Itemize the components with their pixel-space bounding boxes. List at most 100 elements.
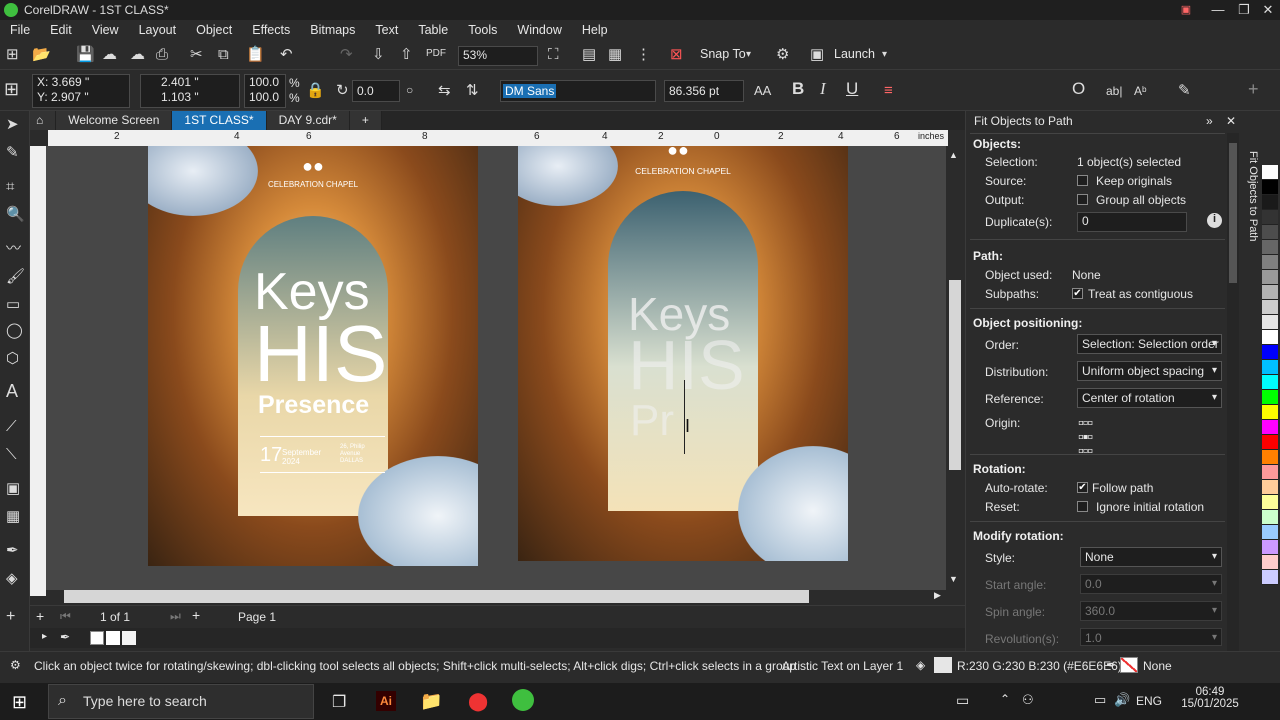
first-page-icon[interactable]: ⏮ xyxy=(60,609,71,624)
print-icon[interactable]: ⎙ xyxy=(156,47,168,63)
connector-tool-icon[interactable]: ⟋ xyxy=(6,419,17,435)
horizontal-ruler[interactable]: 2 4 6 8 6 4 2 0 2 4 6 inches xyxy=(48,130,948,146)
palette-color-swatch[interactable] xyxy=(1262,240,1278,255)
vertical-ruler[interactable] xyxy=(30,146,46,596)
undo-icon[interactable]: ↶ xyxy=(280,47,293,63)
new-document-icon[interactable]: ⊞ xyxy=(6,47,19,63)
transparency-tool-icon[interactable]: ▦ xyxy=(6,509,20,525)
menu-table[interactable]: Table xyxy=(408,23,458,37)
underline-icon[interactable]: U xyxy=(846,80,858,97)
palette-color-swatch[interactable] xyxy=(1262,360,1278,375)
duplicates-input[interactable]: 0 xyxy=(1077,212,1187,232)
rotation-angle-field[interactable]: 0.0 xyxy=(352,80,400,102)
text-align-icon[interactable]: ≡ xyxy=(884,83,893,99)
notification-icon[interactable]: ▣ xyxy=(1172,0,1200,20)
eyedropper-icon[interactable]: ✒ xyxy=(60,630,70,644)
menu-bitmaps[interactable]: Bitmaps xyxy=(300,23,365,37)
scroll-down-icon[interactable]: ▼ xyxy=(949,574,958,584)
drawing-canvas[interactable]: ●● CELEBRATION CHAPEL Keys HIS Presence … xyxy=(46,146,946,590)
show-rulers-icon[interactable]: ▤ xyxy=(582,47,596,63)
palette-color-swatch[interactable] xyxy=(1262,420,1278,435)
palette-color-swatch[interactable] xyxy=(1262,570,1278,585)
snap-to-button[interactable]: Snap To xyxy=(700,47,746,61)
import-icon[interactable]: ⇩ xyxy=(372,47,385,63)
menu-effects[interactable]: Effects xyxy=(242,23,300,37)
add-page-end-icon[interactable]: + xyxy=(192,607,200,623)
menu-tools[interactable]: Tools xyxy=(458,23,507,37)
style-dropdown[interactable]: None xyxy=(1080,547,1222,567)
windows-start-icon[interactable]: ⊞ xyxy=(12,692,27,713)
quick-customize-icon[interactable]: ✎ xyxy=(1178,83,1191,99)
file-explorer-icon[interactable]: 📁 xyxy=(420,691,442,712)
poster-title-his[interactable]: HIS xyxy=(254,314,387,394)
horizontal-scrollbar[interactable]: ▶ xyxy=(46,590,946,604)
menu-layout[interactable]: Layout xyxy=(129,23,187,37)
shadow-tool-icon[interactable]: ▣ xyxy=(6,481,20,497)
zoom-level-combo[interactable]: 53% xyxy=(458,46,538,66)
palette-color-swatch[interactable] xyxy=(1262,435,1278,450)
scroll-up-icon[interactable]: ▲ xyxy=(949,150,958,160)
color-swatch[interactable] xyxy=(122,631,136,645)
palette-color-swatch[interactable] xyxy=(1262,555,1278,570)
eyedropper-tool-icon[interactable]: ✒ xyxy=(6,543,19,559)
home-tab[interactable]: ⌂ xyxy=(30,111,57,130)
save-icon[interactable]: 💾 xyxy=(76,47,95,63)
text-properties-icon[interactable]: ab| xyxy=(1106,83,1122,99)
tab-day-9[interactable]: DAY 9.cdr* xyxy=(266,111,350,130)
scale-x-field[interactable]: 100.0 xyxy=(249,75,285,90)
snap-off-icon[interactable]: ⊠ xyxy=(670,47,683,63)
show-guidelines-icon[interactable]: ⋮ xyxy=(636,47,651,63)
color-swatch[interactable] xyxy=(106,631,120,645)
palette-color-swatch[interactable] xyxy=(1262,255,1278,270)
menu-view[interactable]: View xyxy=(82,23,129,37)
tab-1st-class[interactable]: 1ST CLASS* xyxy=(172,111,267,130)
x-position-field[interactable]: X: 3.669 " xyxy=(37,75,129,90)
group-all-objects-checkbox[interactable] xyxy=(1077,194,1088,205)
freehand-tool-icon[interactable]: 〰 xyxy=(6,241,21,257)
palette-color-swatch[interactable] xyxy=(1262,375,1278,390)
y-position-field[interactable]: Y: 2.907 " xyxy=(37,90,129,105)
show-grid-icon[interactable]: ▦ xyxy=(608,47,622,63)
info-icon[interactable]: i xyxy=(1207,213,1222,228)
export-icon[interactable]: ⇧ xyxy=(400,47,413,63)
add-page-icon[interactable]: + xyxy=(36,608,44,624)
font-name[interactable]: DM Sans xyxy=(503,84,557,98)
rectangle-tool-icon[interactable]: ▭ xyxy=(6,297,20,313)
last-page-icon[interactable]: ⏭ xyxy=(170,609,181,624)
font-list-box[interactable]: DM Sans xyxy=(500,80,656,102)
poster-title-presence-editing[interactable]: Pr xyxy=(630,396,674,446)
full-screen-icon[interactable]: ⛶ xyxy=(548,47,559,63)
width-field[interactable]: 2.401 " xyxy=(161,75,239,90)
mirror-horizontal-icon[interactable]: ⇆ xyxy=(438,83,451,99)
start-angle-input[interactable]: 0.0 xyxy=(1080,574,1222,594)
outline-icon[interactable]: ✒ xyxy=(1106,658,1116,672)
poster-title-his[interactable]: HIS xyxy=(628,330,745,400)
palette-color-swatch[interactable] xyxy=(1262,390,1278,405)
palette-color-swatch[interactable] xyxy=(1262,285,1278,300)
mirror-vertical-icon[interactable]: ⇅ xyxy=(466,83,479,99)
taskbar-search-box[interactable]: Type here to search xyxy=(48,684,314,719)
copy-icon[interactable]: ⧉ xyxy=(218,47,229,63)
ellipse-tool-icon[interactable]: ◯ xyxy=(6,323,23,339)
add-icon[interactable]: + xyxy=(1248,80,1259,98)
minimize-button[interactable]: — xyxy=(1204,0,1232,20)
open-icon[interactable]: 📂 xyxy=(32,47,51,63)
redo-icon[interactable]: ↷ xyxy=(340,47,353,63)
task-view-icon[interactable]: ❐ xyxy=(332,692,346,712)
palette-color-swatch[interactable] xyxy=(1262,195,1278,210)
close-button[interactable]: ✕ xyxy=(1254,0,1280,20)
chevron-down-icon[interactable]: ▾ xyxy=(746,47,751,63)
outline-none-swatch[interactable] xyxy=(1120,657,1138,673)
cut-icon[interactable]: ✂ xyxy=(190,47,203,63)
scroll-right-icon[interactable]: ▶ xyxy=(934,590,941,601)
palette-color-swatch[interactable] xyxy=(1262,495,1278,510)
cloud-sync-icon[interactable]: ☁ xyxy=(130,47,145,63)
palette-color-swatch[interactable] xyxy=(1262,270,1278,285)
edit-text-icon[interactable]: Aᵇ xyxy=(1134,83,1147,99)
palette-color-swatch[interactable] xyxy=(1262,330,1278,345)
menu-text[interactable]: Text xyxy=(365,23,408,37)
spin-angle-input[interactable]: 360.0 xyxy=(1080,601,1222,621)
palette-color-swatch[interactable] xyxy=(1262,300,1278,315)
gear-icon[interactable]: ⚙ xyxy=(776,47,789,63)
bold-icon[interactable]: B xyxy=(792,80,804,97)
